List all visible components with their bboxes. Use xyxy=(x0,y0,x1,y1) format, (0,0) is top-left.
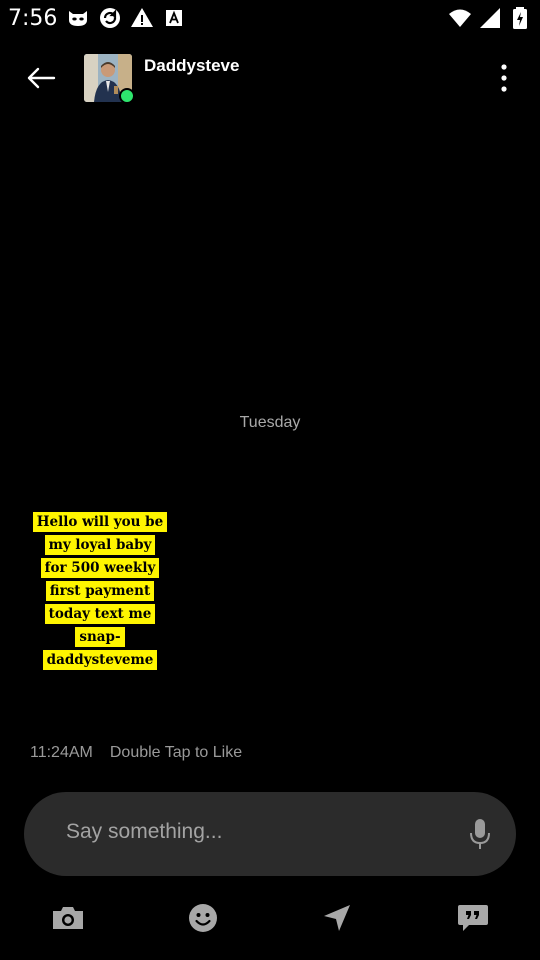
back-arrow-icon xyxy=(27,67,56,89)
message-line: my loyal baby xyxy=(44,535,156,555)
message-line: Hello will you be xyxy=(32,512,168,532)
contact-avatar-button[interactable] xyxy=(84,54,135,104)
message-composer: Say something... xyxy=(24,792,516,876)
camera-icon xyxy=(53,907,83,929)
app-mask-icon xyxy=(69,11,87,26)
emoji-button[interactable] xyxy=(183,900,223,936)
chat-header: Daddysteve xyxy=(0,40,540,116)
text-icon xyxy=(166,10,182,26)
microphone-icon xyxy=(470,819,490,849)
battery-icon xyxy=(513,7,527,29)
message-meta: 11:24AM Double Tap to Like xyxy=(30,744,242,762)
notification-icons xyxy=(66,6,186,30)
contact-name[interactable]: Daddysteve xyxy=(144,56,239,76)
double-tap-hint: Double Tap to Like xyxy=(109,744,243,761)
send-location-button[interactable] xyxy=(317,900,357,936)
camera-button[interactable] xyxy=(48,900,88,936)
status-time: 7:56 xyxy=(8,6,58,31)
more-vertical-icon xyxy=(501,64,507,92)
message-input[interactable]: Say something... xyxy=(66,820,446,844)
day-divider: Tuesday xyxy=(239,414,301,431)
send-location-icon xyxy=(324,905,350,931)
signal-icon xyxy=(480,8,500,28)
status-bar: 7:56 xyxy=(0,0,540,36)
image-message[interactable]: Hello will you be my loyal baby for 500 we… xyxy=(28,464,178,726)
more-options-button[interactable] xyxy=(488,60,520,96)
voice-message-button[interactable] xyxy=(466,816,494,852)
message-text-lines: Hello will you be my loyal baby for 500 we… xyxy=(28,512,172,670)
chat-toolbar xyxy=(0,892,540,944)
message-line: first payment xyxy=(45,581,155,601)
warning-icon xyxy=(131,8,153,27)
saved-phrases-button[interactable] xyxy=(453,900,493,936)
message-timestamp: 11:24AM xyxy=(30,744,93,761)
message-line: snap- xyxy=(75,627,125,647)
emoji-icon xyxy=(189,904,217,932)
wifi-icon xyxy=(449,9,471,27)
sync-icon xyxy=(100,8,120,28)
message-line: daddysteveme xyxy=(42,650,158,670)
system-icons xyxy=(448,6,532,30)
saved-phrases-icon xyxy=(458,905,488,931)
back-button[interactable] xyxy=(20,60,62,96)
online-status-dot xyxy=(119,88,135,104)
message-line: for 500 weekly xyxy=(40,558,160,578)
message-line: today text me xyxy=(44,604,156,624)
